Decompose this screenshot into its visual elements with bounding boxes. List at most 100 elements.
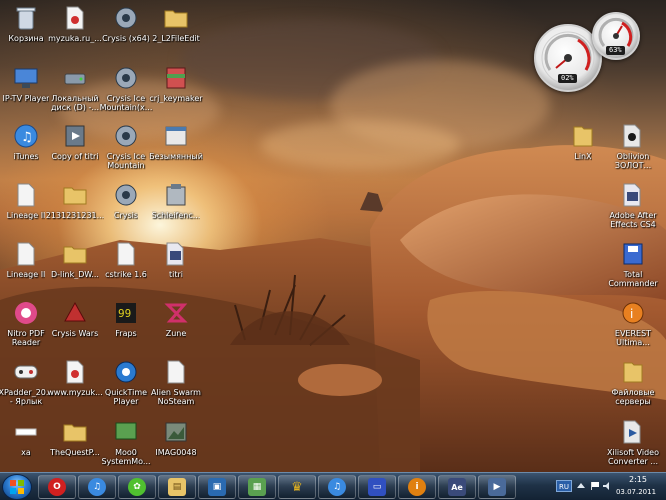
icon-label: Oblivion ЗОЛОТ... <box>614 152 652 170</box>
taskbar-remote-desktop[interactable]: ▣ <box>198 475 236 499</box>
tray-arrow-icon[interactable] <box>576 481 586 491</box>
icon-label: Xilisoft Video Converter ... <box>607 448 659 466</box>
desktop-icon-bezymyanny[interactable]: Безымянный <box>146 122 206 161</box>
svg-text:99: 99 <box>118 307 131 320</box>
icon-label: iTunes <box>13 152 39 161</box>
icon-label: cstrike 1.6 <box>105 270 147 279</box>
itunes-icon: ♫ <box>88 478 106 496</box>
total-commander-icon <box>619 240 647 268</box>
icon-label: crj_keymaker <box>149 94 203 103</box>
taskbar-after-effects[interactable]: Ae <box>438 475 476 499</box>
desktop-icon-imag0048[interactable]: IMAG0048 <box>146 418 206 457</box>
desktop-icon-everest[interactable]: i EVEREST Ultima... <box>603 299 663 347</box>
icon-label: www.myzuk... <box>47 388 103 397</box>
nitro-pdf-icon <box>12 299 40 327</box>
clock-time[interactable]: 2:15 <box>616 475 660 484</box>
taskbar-info-app[interactable]: i <box>398 475 436 499</box>
crown-icon: ♛ <box>291 479 303 495</box>
monitor-icon <box>112 418 140 446</box>
gamepad-icon <box>12 358 40 386</box>
desktop-icon-total-commander[interactable]: Total Commander <box>603 240 663 288</box>
crysis-icon <box>112 181 140 209</box>
icon-label: Безымянный <box>149 152 203 161</box>
icon-label: TheQuestP... <box>50 448 100 457</box>
icon-label: Корзина <box>8 34 44 43</box>
icon-label: xa <box>21 448 31 457</box>
taskbar-explorer[interactable]: ▤ <box>158 475 196 499</box>
taskbar-itunes-2[interactable]: ♫ <box>318 475 356 499</box>
taskbar-itunes[interactable]: ♫ <box>78 475 116 499</box>
document-icon <box>12 181 40 209</box>
svg-text:♫: ♫ <box>21 130 33 145</box>
desktop-icon-l2fileedit[interactable]: 2_L2FileEdit <box>146 4 206 43</box>
desktop-icon-xilisoft[interactable]: Xilisoft Video Converter ... <box>603 418 663 466</box>
zune-icon <box>162 299 190 327</box>
svg-text:i: i <box>630 307 633 321</box>
flag-icon[interactable] <box>590 481 600 491</box>
taskbar-video-converter[interactable]: ▶ <box>478 475 516 499</box>
setup-icon <box>162 181 190 209</box>
taskbar-icq[interactable]: ✿ <box>118 475 156 499</box>
cpu-percent-readout: 02% <box>558 74 577 83</box>
iptv-icon <box>12 64 40 92</box>
crysis-wars-icon <box>61 299 89 327</box>
desktop-icon-after-effects[interactable]: Adobe After Effects CS4 <box>603 181 663 229</box>
icon-label: Copy of titri <box>51 152 99 161</box>
document-icon <box>12 240 40 268</box>
folder-icon: ▤ <box>168 478 186 496</box>
icon-label: Zune <box>165 329 187 338</box>
icon-label: Файловые серверы <box>611 388 655 406</box>
icon-label: IP-TV Player <box>2 94 50 103</box>
start-button[interactable] <box>2 474 32 500</box>
language-indicator[interactable]: RU <box>556 480 572 492</box>
icon-label: LinX <box>574 152 592 161</box>
icon-label: Total Commander <box>608 270 658 288</box>
desktop-icon-file-servers[interactable]: Файловые серверы <box>603 358 663 406</box>
icon-label: Nitro PDF Reader <box>7 329 45 347</box>
desktop-icon-alien-swarm[interactable]: Alien Swarm NoSteam <box>146 358 206 406</box>
icq-icon: ✿ <box>128 478 146 496</box>
itunes-icon: ♫ <box>328 478 346 496</box>
everest-icon: i <box>619 299 647 327</box>
video-converter-icon: ▶ <box>488 478 506 496</box>
desktop-icon-schleifenc[interactable]: Schleifenc... <box>146 181 206 220</box>
fraps-icon: 99 <box>112 299 140 327</box>
memory-meter-gadget[interactable]: 63% <box>592 12 640 60</box>
after-effects-icon <box>162 240 190 268</box>
icon-label: myzuka.ru_... <box>48 34 102 43</box>
desktop-icon-zune[interactable]: Zune <box>146 299 206 338</box>
blank-icon <box>12 418 40 446</box>
icon-label: Crysis Wars <box>51 329 99 338</box>
icon-label: Moo0 SystemMo... <box>101 448 151 466</box>
document-icon <box>162 358 190 386</box>
clock-date[interactable]: 03.07.2011 <box>610 488 662 496</box>
floppy-icon: ▭ <box>368 478 386 496</box>
icon-label: Schleifenc... <box>151 211 201 220</box>
icon-label: Локальный диск (D) -... <box>51 94 99 112</box>
folder-icon <box>61 418 89 446</box>
after-effects-icon: Ae <box>448 478 466 496</box>
crysis-icon <box>112 122 140 150</box>
icon-label: titri <box>168 270 183 279</box>
document-icon <box>61 4 89 32</box>
icon-label: Crysis (x64) <box>102 34 150 43</box>
document-icon <box>61 358 89 386</box>
icon-label: D-link_DW... <box>51 270 99 279</box>
folder-icon <box>569 122 597 150</box>
desktop-icon-oblivion[interactable]: Oblivion ЗОЛОТ... <box>603 122 663 170</box>
recycle-bin-icon <box>12 4 40 32</box>
icon-label: Alien Swarm NoSteam <box>151 388 201 406</box>
opera-icon: O <box>48 478 66 496</box>
after-effects-icon <box>619 181 647 209</box>
taskbar-opera[interactable]: O <box>38 475 76 499</box>
taskbar-system-monitor[interactable]: ▦ <box>238 475 276 499</box>
taskbar-save-app[interactable]: ▭ <box>358 475 396 499</box>
taskbar-crown-app[interactable]: ♛ <box>278 475 316 499</box>
desktop-icon-titri[interactable]: titri <box>146 240 206 279</box>
image-icon <box>162 418 190 446</box>
folder-icon <box>162 4 190 32</box>
desktop-icon-crj-keymaker[interactable]: crj_keymaker <box>146 64 206 103</box>
windows-logo-icon <box>10 480 24 494</box>
icon-label: EVEREST Ultima... <box>614 329 652 347</box>
document-icon <box>112 240 140 268</box>
